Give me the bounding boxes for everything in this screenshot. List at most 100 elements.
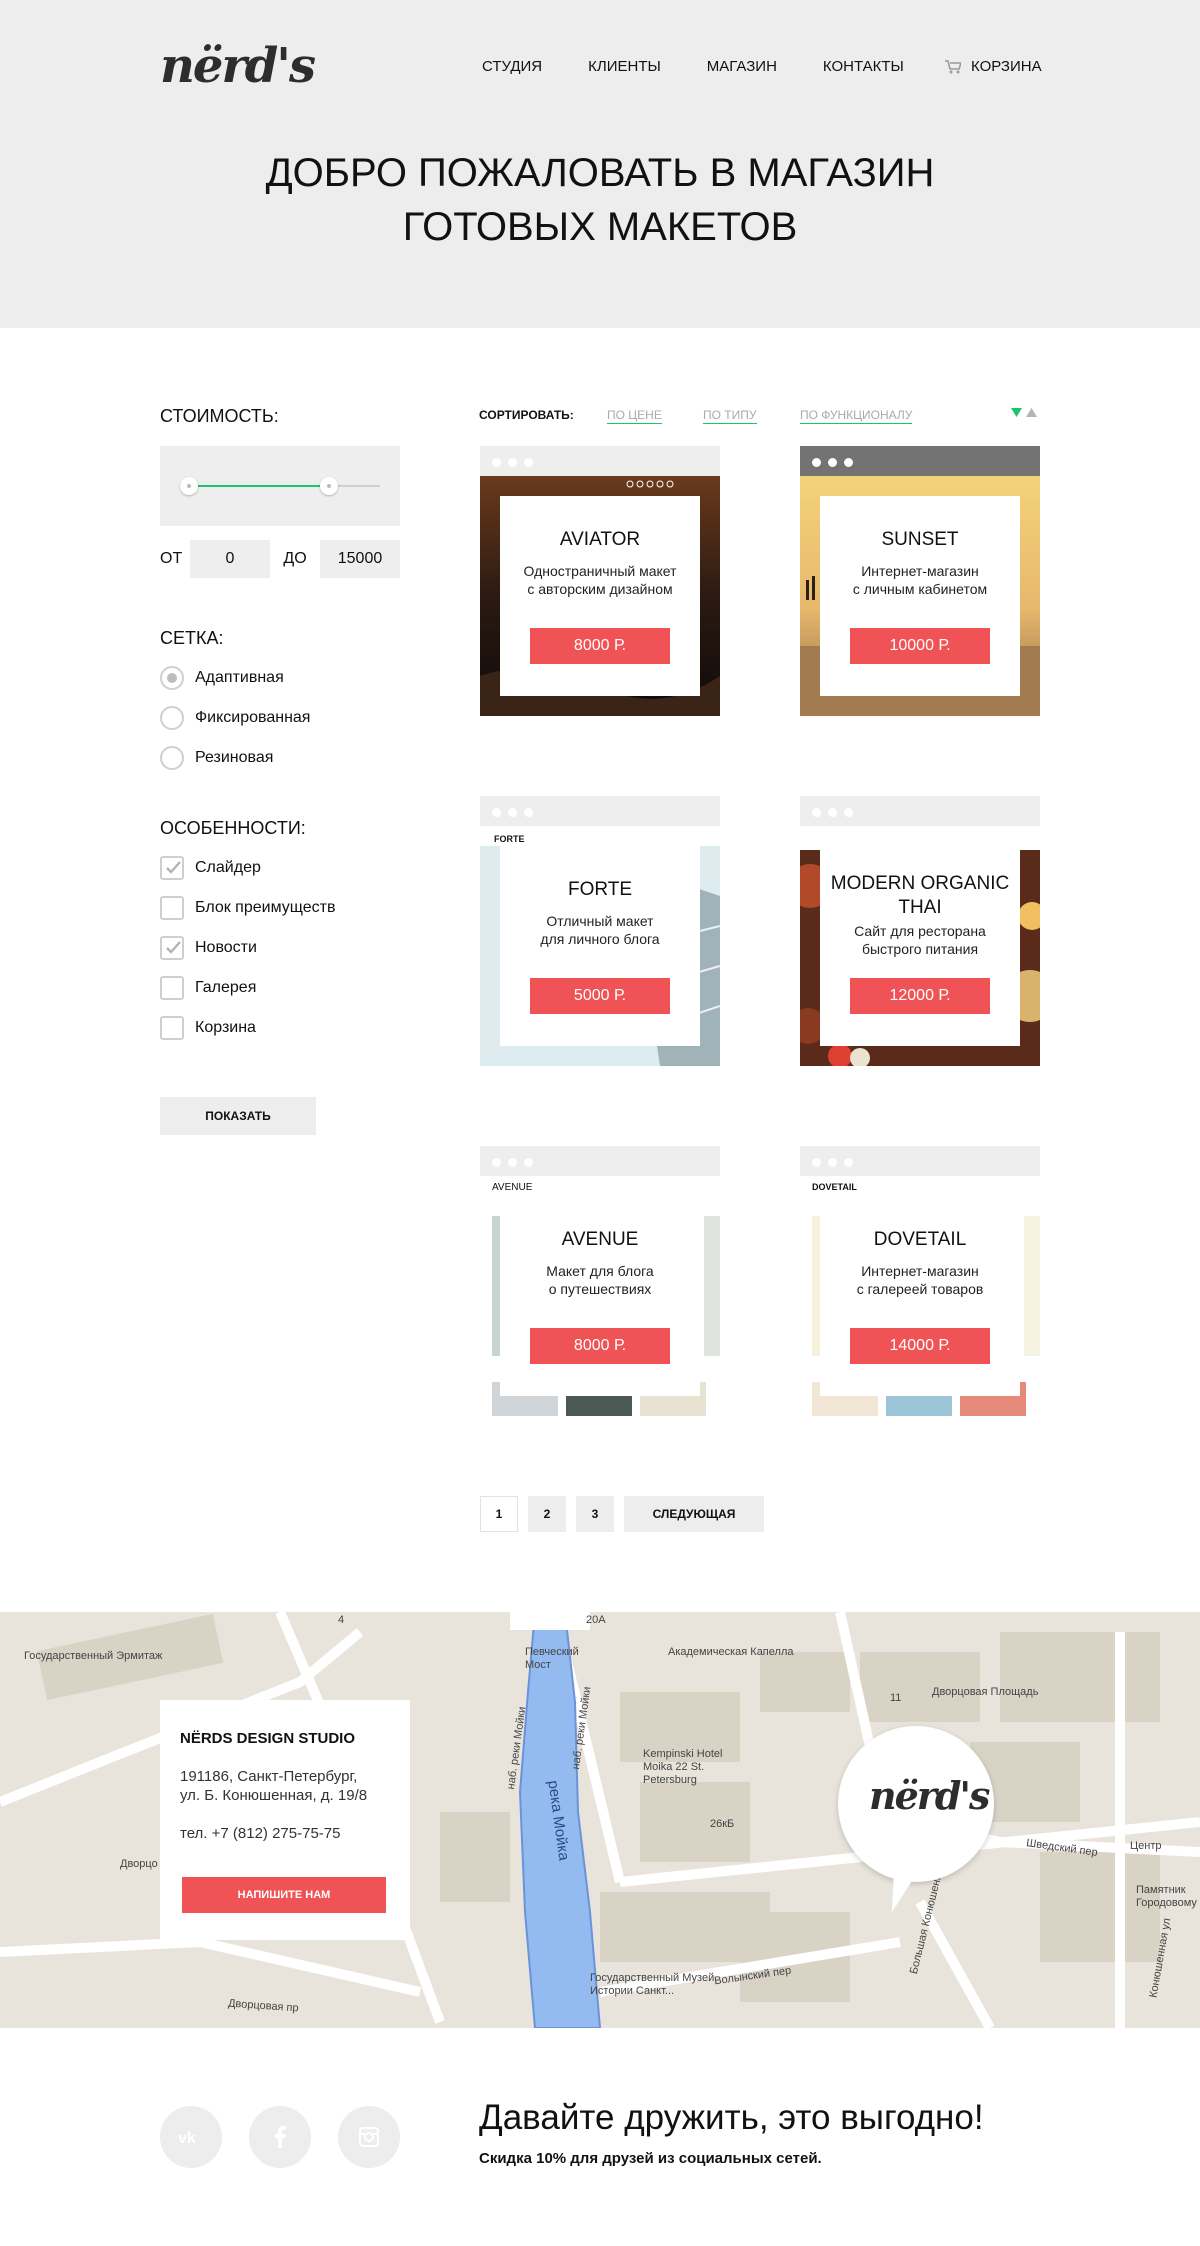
facebook-button[interactable]: [249, 2106, 311, 2168]
main-nav: СТУДИЯ КЛИЕНТЫ МАГАЗИН КОНТАКТЫ: [482, 58, 950, 75]
checkbox-advantages[interactable]: Блок преимуществ: [160, 896, 335, 920]
product-price-button[interactable]: 8000 Р.: [530, 628, 670, 664]
price-range-slider[interactable]: [160, 446, 400, 526]
studio-name: NËRDS DESIGN STUDIO: [180, 1730, 356, 1747]
price-heading: СТОИМОСТЬ:: [160, 406, 279, 426]
product-description: Отличный макет для личного блога: [540, 913, 660, 947]
product-price-button[interactable]: 5000 Р.: [530, 978, 670, 1014]
window-bar: [800, 446, 1040, 476]
product-price-button[interactable]: 10000 Р.: [850, 628, 990, 664]
product-name: AVIATOR: [559, 529, 641, 550]
page-title-line2: ГОТОВЫХ МАКЕТОВ: [402, 205, 798, 249]
social-title: Давайте дружить, это выгодно!: [479, 2098, 984, 2137]
product-card-modern-organic-thai[interactable]: MODERN ORGANIC THAI Сайт для ресторана бы…: [800, 796, 1040, 1066]
checkbox-gallery[interactable]: Галерея: [160, 976, 256, 1000]
map-label-kapella: Академическая Капелла: [668, 1646, 794, 1658]
product-price-button[interactable]: 12000 Р.: [850, 978, 990, 1014]
map-label-20a: 20А: [586, 1614, 606, 1626]
sort-direction: [1011, 408, 1037, 418]
map-label-pamyatnik: Памятник Городовому: [1136, 1884, 1197, 1909]
radio-icon: [160, 706, 184, 730]
price-to-input[interactable]: [320, 540, 400, 578]
page-3-button[interactable]: 3: [576, 1496, 614, 1532]
slider-min-handle[interactable]: [180, 477, 198, 495]
checkbox-label: Новости: [195, 939, 257, 956]
nav-contacts[interactable]: КОНТАКТЫ: [823, 58, 904, 75]
product-name: FORTE: [567, 879, 633, 900]
page-1-button[interactable]: 1: [480, 1496, 518, 1532]
slider-max-handle[interactable]: [320, 477, 338, 495]
write-us-button[interactable]: НАПИШИТЕ НАМ: [182, 1877, 386, 1913]
studio-address: 191186, Санкт-Петербург, ул. Б. Конюшенна…: [180, 1768, 368, 1804]
logo[interactable]: nërd's: [160, 38, 316, 94]
map-label-museum: Государственный Музей Истории Санкт...: [590, 1972, 715, 1997]
product-name: AVENUE: [561, 1229, 639, 1250]
product-name: MODERN ORGANIC THAI: [830, 873, 1010, 918]
map-label-4: 4: [338, 1614, 345, 1626]
show-button[interactable]: ПОКАЗАТЬ: [160, 1097, 316, 1135]
checkbox-icon: [160, 976, 184, 1000]
product-name: DOVETAIL: [873, 1229, 967, 1250]
product-price-button[interactable]: 8000 Р.: [530, 1328, 670, 1364]
checkbox-cart[interactable]: Корзина: [160, 1016, 256, 1040]
product-info-panel: FORTE Отличный макет для личного блога 50…: [500, 846, 700, 1046]
map-label-dvortsovaya-square: Дворцовая Площадь: [932, 1686, 1039, 1698]
checkbox-icon: [160, 1016, 184, 1040]
cart-label: КОРЗИНА: [971, 58, 1042, 75]
checkbox-icon: [160, 896, 184, 920]
svg-text:DOVETAIL: DOVETAIL: [812, 1182, 857, 1192]
checkbox-news[interactable]: Новости: [160, 936, 257, 960]
radio-selected-icon: [160, 666, 184, 690]
product-card-avenue[interactable]: AVENUE AVENUE Макет для блога о путешеств…: [480, 1146, 720, 1416]
product-description: Одностраничный макет с авторским дизайном: [523, 563, 677, 597]
radio-adaptive[interactable]: Адаптивная: [160, 666, 284, 690]
next-page-button[interactable]: СЛЕДУЮЩАЯ: [624, 1496, 764, 1532]
vk-icon: vk: [178, 2130, 196, 2145]
sort-label: СОРТИРОВАТЬ:: [479, 408, 574, 422]
sort-by-function[interactable]: ПО ФУНКЦИОНАЛУ: [800, 408, 913, 424]
svg-text:FORTE: FORTE: [494, 834, 525, 844]
header: nërd's СТУДИЯ КЛИЕНТЫ МАГАЗИН КОНТАКТЫ К…: [0, 0, 1200, 328]
product-card-aviator[interactable]: AVIATOR Одностраничный макет с авторским …: [480, 446, 720, 716]
price-from-input[interactable]: [190, 540, 270, 578]
grid-heading: СЕТКА:: [160, 628, 224, 648]
radio-label: Адаптивная: [195, 669, 284, 686]
checkbox-label: Слайдер: [195, 859, 261, 876]
vk-button[interactable]: vk: [160, 2106, 222, 2168]
checkbox-slider[interactable]: Слайдер: [160, 856, 261, 880]
nav-shop[interactable]: МАГАЗИН: [707, 58, 777, 75]
product-description: Макет для блога о путешествиях: [546, 1263, 654, 1297]
map-label-dvorts: Дворцо: [120, 1858, 158, 1870]
product-card-forte[interactable]: FORTE FORTE Отличный макет для личного бл…: [480, 796, 720, 1066]
window-bar: [480, 446, 720, 476]
product-description: Сайт для ресторана быстрого питания: [854, 923, 986, 957]
product-info-panel: SUNSET Интернет-магазин с личным кабинето…: [820, 496, 1020, 696]
cart-link[interactable]: КОРЗИНА: [945, 58, 1042, 75]
product-description: Интернет-магазин с галереей товаров: [856, 1263, 984, 1297]
product-card-dovetail[interactable]: DOVETAIL DOVETAIL Интернет-магазин с гале…: [800, 1146, 1040, 1416]
slider-fill: [190, 485, 330, 487]
sort-by-price[interactable]: ПО ЦЕНЕ: [607, 408, 662, 424]
svg-text:vk: vk: [178, 2130, 196, 2145]
checkbox-label: Блок преимуществ: [195, 899, 336, 916]
nav-clients[interactable]: КЛИЕНТЫ: [588, 58, 661, 75]
checkbox-label: Корзина: [195, 1019, 256, 1036]
window-bar: [800, 1146, 1040, 1176]
sort-by-type[interactable]: ПО ТИПУ: [703, 408, 757, 424]
page-title: ДОБРО ПОЖАЛОВАТЬ В МАГАЗИН ГОТОВЫХ МАКЕТ…: [0, 146, 1200, 254]
radio-fixed[interactable]: Фиксированная: [160, 706, 310, 730]
sort-asc-icon[interactable]: [1026, 408, 1037, 418]
map-label-center: Центр: [1130, 1840, 1162, 1852]
radio-fluid[interactable]: Резиновая: [160, 746, 273, 770]
window-bar: [480, 1146, 720, 1176]
page-2-button[interactable]: 2: [528, 1496, 566, 1532]
sort-desc-icon[interactable]: [1011, 408, 1022, 418]
studio-phone: тел. +7 (812) 275-75-75: [180, 1825, 341, 1842]
map-label-hermitage: Государственный Эрмитаж: [24, 1650, 163, 1662]
map-label-26kb: 26кБ: [710, 1818, 735, 1830]
instagram-button[interactable]: [338, 2106, 400, 2168]
product-card-sunset[interactable]: SUNSET Интернет-магазин с личным кабинето…: [800, 446, 1040, 716]
product-price-button[interactable]: 14000 Р.: [850, 1328, 990, 1364]
product-info-panel: AVIATOR Одностраничный макет с авторским …: [500, 496, 700, 696]
nav-studio[interactable]: СТУДИЯ: [482, 58, 542, 75]
